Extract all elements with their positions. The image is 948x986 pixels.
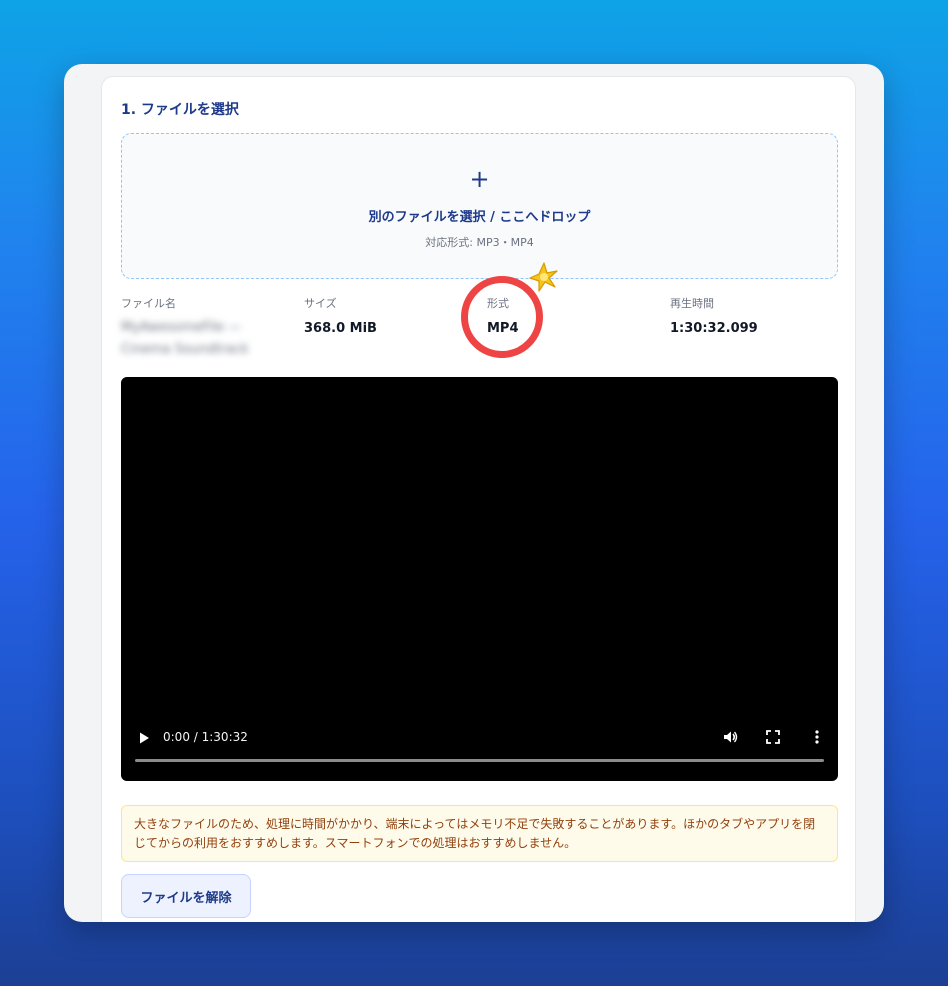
file-size-info: サイズ 368.0 MiB [304, 295, 474, 336]
file-name-info: ファイル名 MyAwesomeFile — Cinema Soundtrack [121, 295, 281, 361]
window-frame: 1. ファイルを選択 + 別のファイルを選択 / ここへドロップ 対応形式: M… [64, 64, 884, 922]
file-duration-value: 1:30:32.099 [670, 321, 758, 336]
file-select-card: 1. ファイルを選択 + 別のファイルを選択 / ここへドロップ 対応形式: M… [101, 76, 856, 922]
playback-time: 0:00 / 1:30:32 [163, 730, 248, 744]
file-duration-label: 再生時間 [670, 297, 714, 310]
file-name-value: MyAwesomeFile — Cinema Soundtrack [121, 320, 249, 357]
volume-icon[interactable] [722, 729, 738, 745]
section-title: 1. ファイルを選択 [121, 102, 239, 118]
more-options-icon[interactable] [809, 729, 825, 745]
fullscreen-icon[interactable] [765, 729, 781, 745]
file-duration-info: 再生時間 1:30:32.099 [670, 295, 840, 336]
sparkle-icon [529, 262, 558, 292]
video-player[interactable]: 0:00 / 1:30:32 [121, 377, 838, 781]
supported-formats: 対応形式: MP3・MP4 [425, 236, 534, 249]
file-size-value: 368.0 MiB [304, 321, 377, 336]
dropzone-label: 別のファイルを選択 / ここへドロップ [368, 210, 591, 225]
clear-file-button[interactable]: ファイルを解除 [121, 874, 251, 918]
file-name-label: ファイル名 [121, 297, 176, 310]
plus-icon: + [469, 165, 490, 193]
play-icon[interactable] [137, 731, 151, 745]
large-file-warning: 大きなファイルのため、処理に時間がかかり、端末によってはメモリ不足で失敗すること… [121, 805, 838, 862]
file-size-label: サイズ [304, 297, 337, 310]
progress-bar[interactable] [135, 759, 824, 762]
file-dropzone[interactable]: + 別のファイルを選択 / ここへドロップ 対応形式: MP3・MP4 [121, 133, 838, 279]
